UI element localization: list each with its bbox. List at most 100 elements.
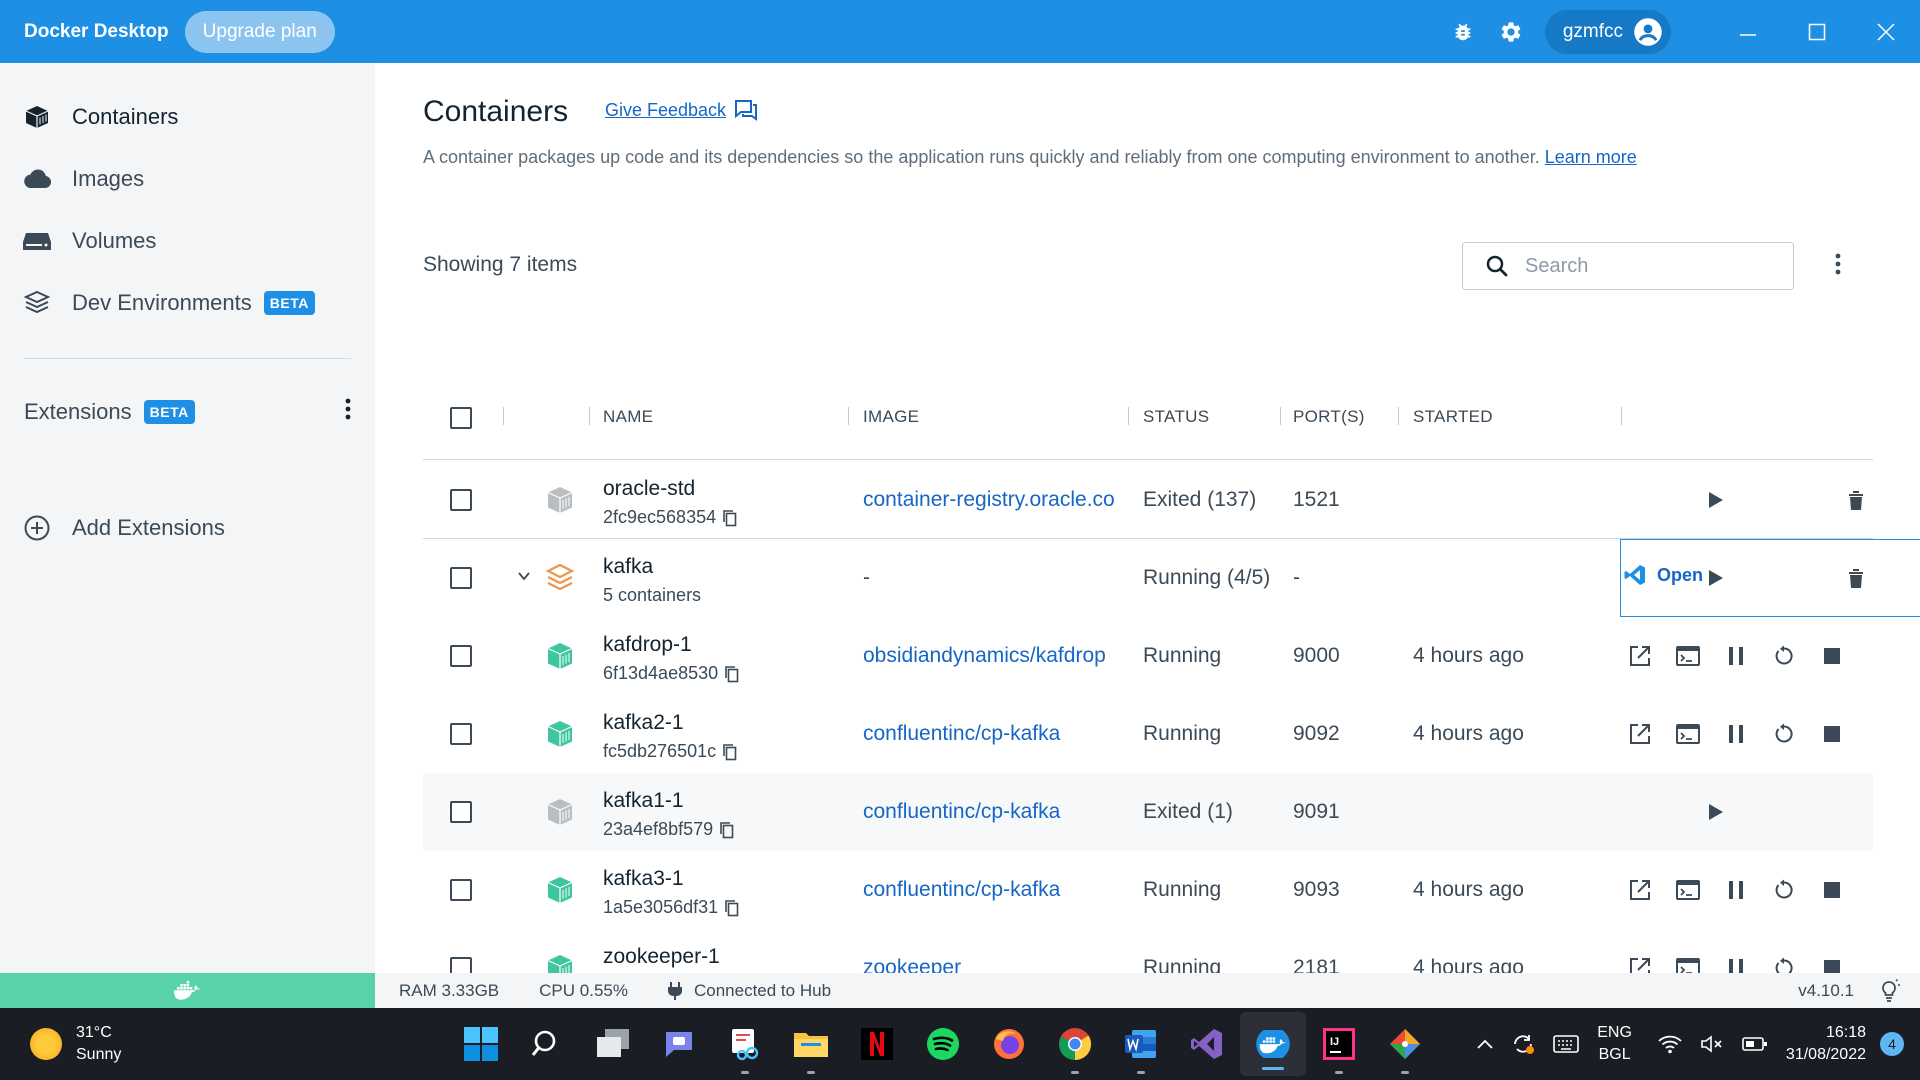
extensions-menu-kebab-icon[interactable] (345, 398, 351, 426)
container-image-link[interactable]: confluentinc/cp-kafka (863, 800, 1133, 824)
container-port[interactable]: 9091 (1293, 800, 1340, 824)
chevron-up-icon[interactable] (1477, 1039, 1493, 1049)
open-in-browser-icon[interactable] (1627, 877, 1653, 903)
table-row-group[interactable]: kafka 5 containers - Running (4/5) - Ope… (423, 539, 1920, 617)
volume-muted-icon[interactable] (1700, 1034, 1724, 1054)
delete-trash-icon[interactable] (1843, 565, 1869, 591)
visual-studio-button[interactable] (1174, 1008, 1240, 1080)
minimize-window-button[interactable] (1713, 9, 1782, 55)
table-row[interactable]: oracle-std 2fc9ec568354 container-regist… (423, 461, 1873, 539)
wifi-icon[interactable] (1658, 1034, 1682, 1054)
weather-widget[interactable]: 31°C Sunny (30, 1022, 121, 1066)
column-header-image[interactable]: IMAGE (863, 407, 919, 427)
select-all-checkbox[interactable] (450, 407, 472, 429)
column-header-ports[interactable]: PORT(S) (1293, 407, 1365, 427)
keyboard-icon[interactable] (1553, 1035, 1580, 1053)
bug-report-icon[interactable] (1449, 18, 1477, 46)
container-name[interactable]: kafka3-1 (603, 867, 684, 891)
battery-icon[interactable] (1742, 1036, 1768, 1052)
add-extensions-button[interactable]: Add Extensions (22, 513, 225, 543)
sidebar-item-containers[interactable]: Containers (0, 86, 375, 148)
copy-icon[interactable] (724, 899, 740, 917)
container-image-link[interactable]: confluentinc/cp-kafka (863, 878, 1133, 902)
taskbar-search-button[interactable] (514, 1008, 580, 1080)
container-port[interactable]: 9092 (1293, 722, 1340, 746)
snipping-tool-button[interactable] (712, 1008, 778, 1080)
search-input[interactable] (1525, 254, 1775, 278)
column-header-started[interactable]: STARTED (1413, 407, 1493, 427)
row-checkbox[interactable] (450, 801, 472, 823)
container-image-link[interactable]: confluentinc/cp-kafka (863, 722, 1133, 746)
task-view-button[interactable] (580, 1008, 646, 1080)
column-header-status[interactable]: STATUS (1143, 407, 1209, 427)
container-name[interactable]: kafka1-1 (603, 789, 684, 813)
more-options-kebab-icon[interactable] (1835, 253, 1841, 280)
open-in-browser-icon[interactable] (1627, 643, 1653, 669)
restart-icon[interactable] (1771, 721, 1797, 747)
spotify-button[interactable] (910, 1008, 976, 1080)
terminal-cli-icon[interactable] (1675, 721, 1701, 747)
table-row[interactable]: kafka2-1 fc5db276501c confluentinc/cp-ka… (423, 695, 1873, 773)
close-window-button[interactable] (1851, 9, 1920, 55)
firefox-button[interactable] (976, 1008, 1042, 1080)
search-field[interactable] (1462, 242, 1794, 290)
upgrade-plan-button[interactable]: Upgrade plan (184, 10, 335, 53)
delete-trash-icon[interactable] (1843, 487, 1869, 513)
sidebar-item-dev-environments[interactable]: Dev Environments BETA (0, 272, 375, 334)
learn-more-link[interactable]: Learn more (1545, 147, 1637, 167)
start-menu-button[interactable] (448, 1008, 514, 1080)
container-image-link[interactable]: container-registry.oracle.co (863, 488, 1133, 512)
copy-icon[interactable] (722, 743, 738, 761)
container-port[interactable]: 9093 (1293, 878, 1340, 902)
stop-icon[interactable] (1819, 643, 1845, 669)
container-name[interactable]: zookeeper-1 (603, 945, 720, 969)
lightbulb-tips-icon[interactable] (1878, 978, 1900, 1003)
sidebar-item-volumes[interactable]: Volumes (0, 210, 375, 272)
copy-icon[interactable] (724, 665, 740, 683)
table-row[interactable]: kafdrop-1 6f13d4ae8530 obsidiandynamics/… (423, 617, 1873, 695)
gitkraken-button[interactable] (1372, 1008, 1438, 1080)
group-name[interactable]: kafka (603, 555, 653, 579)
stop-icon[interactable] (1819, 877, 1845, 903)
docker-desktop-button[interactable] (1240, 1012, 1306, 1076)
intellij-button[interactable]: IJ (1306, 1008, 1372, 1080)
pause-icon[interactable] (1723, 721, 1749, 747)
copy-icon[interactable] (719, 821, 735, 839)
user-account-button[interactable]: gzmfcc (1544, 9, 1671, 54)
chevron-down-icon[interactable] (517, 569, 531, 583)
copy-icon[interactable] (722, 509, 738, 527)
docker-engine-status[interactable] (0, 973, 375, 1008)
word-button[interactable] (1108, 1008, 1174, 1080)
start-play-icon[interactable] (1703, 487, 1729, 513)
terminal-cli-icon[interactable] (1675, 643, 1701, 669)
container-name[interactable]: oracle-std (603, 477, 695, 501)
sidebar-item-images[interactable]: Images (0, 148, 375, 210)
start-play-icon[interactable] (1703, 565, 1729, 591)
file-explorer-button[interactable] (778, 1008, 844, 1080)
row-checkbox[interactable] (450, 723, 472, 745)
chrome-button[interactable] (1042, 1008, 1108, 1080)
restart-icon[interactable] (1771, 643, 1797, 669)
table-row[interactable]: kafka1-1 23a4ef8bf579 confluentinc/cp-ka… (423, 773, 1873, 851)
pause-icon[interactable] (1723, 643, 1749, 669)
container-name[interactable]: kafdrop-1 (603, 633, 692, 657)
input-language[interactable]: ENG BGL (1597, 1022, 1632, 1066)
container-name[interactable]: kafka2-1 (603, 711, 684, 735)
netflix-button[interactable] (844, 1008, 910, 1080)
stop-icon[interactable] (1819, 721, 1845, 747)
pause-icon[interactable] (1723, 877, 1749, 903)
table-row[interactable]: kafka3-1 1a5e3056df31 confluentinc/cp-ka… (423, 851, 1873, 929)
teams-chat-button[interactable] (646, 1008, 712, 1080)
open-in-browser-icon[interactable] (1627, 721, 1653, 747)
notification-count-badge[interactable]: 4 (1880, 1032, 1904, 1056)
clock[interactable]: 16:18 31/08/2022 (1786, 1022, 1866, 1066)
container-image-link[interactable]: obsidiandynamics/kafdrop (863, 644, 1133, 668)
row-checkbox[interactable] (450, 879, 472, 901)
row-checkbox[interactable] (450, 567, 472, 589)
settings-gear-icon[interactable] (1497, 18, 1525, 46)
row-checkbox[interactable] (450, 489, 472, 511)
restart-icon[interactable] (1771, 877, 1797, 903)
row-checkbox[interactable] (450, 645, 472, 667)
container-port[interactable]: 1521 (1293, 488, 1340, 512)
give-feedback-link[interactable]: Give Feedback (605, 99, 758, 121)
